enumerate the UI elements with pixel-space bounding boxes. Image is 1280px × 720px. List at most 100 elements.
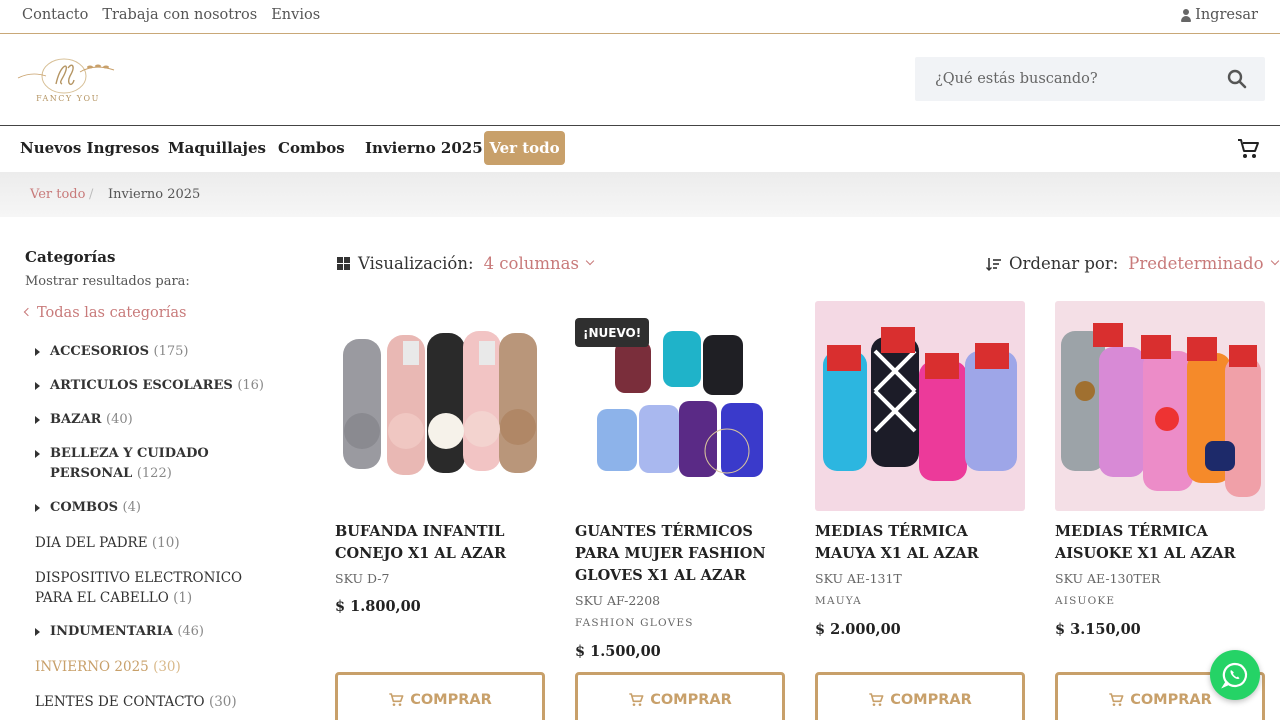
category-indumentaria[interactable]: INDUMENTARIA (46) — [35, 622, 285, 642]
logo-text: FANCY YOU — [36, 94, 100, 103]
nav-item-maquillajes[interactable]: Maquillajes — [168, 139, 266, 157]
category-bazar[interactable]: BAZAR (40) — [35, 410, 285, 430]
category-count: (30) — [208, 694, 237, 710]
product-name[interactable]: MEDIAS TÉRMICA AISUOKE X1 AL AZAR — [1055, 521, 1265, 565]
view-selector[interactable]: Visualización: 4 columnas — [337, 254, 595, 273]
product-image[interactable] — [1055, 301, 1265, 511]
product-sku: SKU D-7 — [335, 571, 390, 586]
cart-icon — [869, 693, 884, 706]
product-image[interactable] — [335, 301, 545, 511]
sidebar-title: Categorías — [25, 248, 116, 266]
buy-button[interactable]: COMPRAR — [575, 672, 785, 720]
all-categories-label: Todas las categorías — [37, 305, 187, 321]
caret-right-icon — [35, 382, 40, 390]
breadcrumb-current: Invierno 2025 — [108, 187, 201, 202]
buy-label: COMPRAR — [890, 692, 972, 708]
caret-right-icon — [35, 628, 40, 636]
nav-item-invierno-2025[interactable]: Invierno 2025 — [365, 139, 483, 157]
category-articulos-escolares[interactable]: ARTICULOS ESCOLARES (16) — [35, 376, 285, 396]
category-name: COMBOS — [50, 500, 119, 515]
scarf-image-icon — [343, 331, 537, 475]
all-categories-link[interactable]: Todas las categorías — [23, 305, 187, 321]
nav-item-combos[interactable]: Combos — [278, 139, 345, 157]
category-belleza[interactable]: BELLEZA Y CUIDADO PERSONAL (122) — [35, 444, 285, 484]
search-bar — [915, 57, 1265, 101]
category-name: DISPOSITIVO ELECTRONICO PARA EL CABELLO — [35, 570, 243, 606]
nav-see-all-button[interactable]: Ver todo — [484, 131, 565, 165]
category-name: INDUMENTARIA — [50, 624, 173, 639]
category-count: (4) — [122, 500, 141, 515]
category-count: (46) — [177, 624, 204, 639]
grid-icon — [337, 257, 350, 270]
caret-right-icon — [35, 416, 40, 424]
nav-item-nuevos-ingresos[interactable]: Nuevos Ingresos — [20, 139, 159, 157]
header: FANCY YOU — [0, 34, 1280, 126]
socks-image-icon — [823, 327, 1017, 481]
whatsapp-button[interactable] — [1210, 650, 1260, 700]
sort-selector[interactable]: Ordenar por: Predeterminado — [986, 254, 1279, 273]
top-bar: Contacto Trabaja con nosotros Envios Ing… — [0, 0, 1280, 34]
contact-link[interactable]: Contacto — [22, 7, 88, 23]
caret-right-icon — [35, 348, 40, 356]
product-brand: FASHION GLOVES — [575, 617, 694, 629]
product-image[interactable] — [815, 301, 1025, 511]
product-price: $ 1.800,00 — [335, 598, 421, 615]
buy-label: COMPRAR — [650, 692, 732, 708]
socks-image-icon — [1061, 323, 1261, 497]
category-combos[interactable]: COMBOS (4) — [35, 498, 285, 518]
category-count: (16) — [237, 378, 264, 393]
category-accesorios[interactable]: ACCESORIOS (175) — [35, 342, 285, 362]
product-name[interactable]: MEDIAS TÉRMICA MAUYA X1 AL AZAR — [815, 521, 1025, 565]
user-icon — [1181, 8, 1192, 22]
caret-right-icon — [35, 504, 40, 512]
breadcrumb-home-link[interactable]: Ver todo — [30, 187, 85, 202]
product-sku: SKU AE-130TER — [1055, 571, 1161, 586]
chevron-left-icon — [23, 307, 33, 317]
sort-value: Predeterminado — [1128, 254, 1264, 273]
category-count: (175) — [153, 344, 189, 359]
whatsapp-icon — [1221, 662, 1248, 689]
buy-button[interactable]: COMPRAR — [335, 672, 545, 720]
product-price: $ 2.000,00 — [815, 621, 901, 638]
cart-icon[interactable] — [1236, 137, 1260, 161]
product-brand: AISUOKE — [1055, 595, 1116, 607]
shipping-link[interactable]: Envios — [271, 7, 320, 23]
category-count: (1) — [173, 590, 193, 606]
category-name: BAZAR — [50, 412, 102, 427]
new-badge: ¡NUEVO! — [575, 318, 650, 347]
product-price: $ 3.150,00 — [1055, 621, 1141, 638]
category-count: (30) — [153, 659, 181, 675]
category-invierno-2025[interactable]: INVIERNO 2025 (30) — [35, 657, 285, 677]
cart-icon — [1109, 693, 1124, 706]
login-label: Ingresar — [1195, 7, 1258, 23]
work-with-us-link[interactable]: Trabaja con nosotros — [102, 7, 257, 23]
product-name[interactable]: BUFANDA INFANTIL CONEJO X1 AL AZAR — [335, 521, 545, 565]
view-label: Visualización: — [358, 254, 474, 273]
buy-button[interactable]: COMPRAR — [815, 672, 1025, 720]
category-name: INVIERNO 2025 — [35, 659, 149, 675]
category-lentes-de-contacto[interactable]: LENTES DE CONTACTO (30) — [35, 692, 285, 712]
product-price: $ 1.500,00 — [575, 643, 661, 660]
category-name: ACCESORIOS — [50, 344, 149, 359]
chevron-down-icon — [1270, 256, 1279, 265]
category-name: ARTICULOS ESCOLARES — [50, 378, 233, 393]
product-sku: SKU AE-131T — [815, 571, 902, 586]
store-logo[interactable]: FANCY YOU — [16, 54, 120, 108]
category-name: BELLEZA Y CUIDADO PERSONAL — [50, 446, 209, 481]
search-icon[interactable] — [1227, 69, 1247, 89]
product-image[interactable]: ¡NUEVO! — [575, 301, 785, 511]
login-link[interactable]: Ingresar — [1181, 7, 1258, 23]
category-dia-del-padre[interactable]: DIA DEL PADRE (10) — [35, 533, 285, 553]
category-count: (10) — [151, 535, 180, 551]
main-nav: Nuevos Ingresos Maquillajes Combos Invie… — [0, 126, 1280, 172]
sort-icon — [986, 257, 1001, 271]
category-count: (122) — [136, 466, 172, 481]
top-links: Contacto Trabaja con nosotros Envios — [22, 7, 320, 23]
caret-right-icon — [35, 450, 40, 458]
category-dispositivo-electronico[interactable]: DISPOSITIVO ELECTRONICO PARA EL CABELLO … — [35, 568, 280, 608]
sidebar-subtitle: Mostrar resultados para: — [25, 274, 190, 289]
search-input[interactable] — [915, 57, 1215, 101]
view-value: 4 columnas — [483, 254, 579, 273]
product-name[interactable]: GUANTES TÉRMICOS PARA MUJER FASHION GLOV… — [575, 521, 785, 587]
category-name: DIA DEL PADRE — [35, 535, 148, 551]
